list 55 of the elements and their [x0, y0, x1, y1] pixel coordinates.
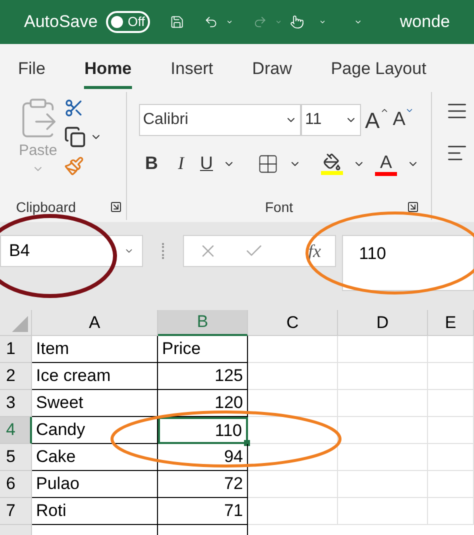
column-header[interactable]: E [428, 310, 474, 336]
document-title: wonde [400, 11, 450, 34]
paintbrush-icon[interactable] [64, 156, 84, 176]
table-cell[interactable]: 125 [158, 363, 248, 390]
column-header[interactable]: C [248, 310, 338, 336]
row-header[interactable]: 5 [0, 444, 32, 471]
column-header[interactable]: A [32, 310, 158, 336]
bold-button[interactable]: B [145, 150, 158, 177]
table-cell[interactable]: Pulao [32, 471, 158, 498]
ribbon-tab[interactable]: Home [84, 56, 132, 88]
group-label: Font [264, 198, 293, 216]
table-cell[interactable]: Cake [32, 444, 158, 471]
ribbon-tab[interactable]: File [18, 56, 46, 88]
table-cell[interactable]: Sweet [32, 390, 158, 417]
autosave-toggle[interactable]: Off [106, 11, 150, 33]
row-header[interactable]: 6 [0, 471, 32, 498]
row-header[interactable]: 3 [0, 390, 32, 417]
column-header[interactable]: B [158, 310, 248, 336]
copy-icon[interactable] [64, 126, 86, 148]
group-label: Clipboard [16, 198, 76, 217]
italic-button[interactable]: I [178, 150, 184, 177]
table-cell[interactable]: Candy [32, 417, 158, 444]
font-name-field[interactable]: Calibri [139, 104, 301, 136]
table-cell[interactable]: 120 [158, 390, 248, 417]
table-cell[interactable]: 71 [158, 498, 248, 525]
row-header[interactable]: 4 [0, 417, 32, 444]
table-cell[interactable]: 110 [158, 417, 248, 444]
font-size-field[interactable]: 11 [301, 104, 361, 136]
fill-color-icon[interactable] [321, 152, 343, 174]
table-cell[interactable]: 72 [158, 471, 248, 498]
shrink-font-button[interactable]: A [392, 106, 406, 134]
underline-button[interactable]: U [200, 150, 213, 177]
caret-icon [380, 106, 389, 115]
grow-font-button[interactable]: A [365, 104, 380, 136]
table-cell[interactable]: Item [32, 336, 158, 363]
name-box[interactable]: B4 [0, 235, 143, 267]
formula-input[interactable]: 110 [342, 235, 474, 291]
column-header[interactable]: D [338, 310, 428, 336]
autosave-label: AutoSave [24, 11, 98, 34]
table-cell[interactable]: Roti [32, 498, 158, 525]
ribbon-tab[interactable]: Page Layout [330, 56, 426, 88]
caret-icon [405, 106, 414, 115]
borders-icon[interactable] [257, 152, 279, 174]
scissors-icon[interactable] [64, 98, 84, 118]
table-cell[interactable]: 94 [158, 444, 248, 471]
row-header[interactable]: 1 [0, 336, 32, 363]
dialog-launcher-icon[interactable] [407, 201, 419, 213]
table-cell[interactable]: Ice cream [32, 363, 158, 390]
table-cell[interactable]: Price [158, 336, 248, 363]
font-color-button[interactable]: A [375, 152, 397, 176]
dialog-launcher-icon[interactable] [110, 201, 122, 213]
ribbon-tab[interactable]: Insert [170, 56, 214, 88]
row-header[interactable]: 7 [0, 498, 32, 525]
row-header[interactable]: 2 [0, 363, 32, 390]
ribbon-tab[interactable]: Draw [252, 56, 292, 88]
